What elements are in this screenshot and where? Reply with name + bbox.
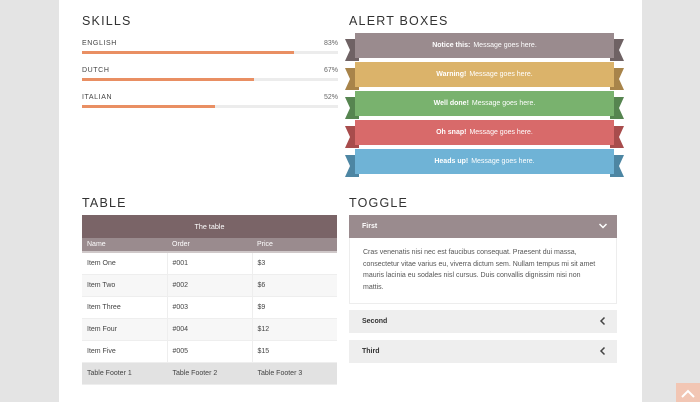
table-title: TABLE	[82, 196, 127, 210]
skill-bar-fill	[82, 105, 216, 108]
cell-order: #005	[167, 340, 253, 363]
skill-bar-fill	[82, 78, 254, 81]
alert-strong: Well done!	[433, 100, 469, 107]
alert-text: Message goes here.	[471, 158, 535, 165]
alert-error: Oh snap! Message goes here.	[345, 120, 624, 148]
cell-order: #004	[167, 318, 253, 341]
table-row: Item One #001 $3	[82, 252, 337, 275]
cell-name: Item Five	[82, 340, 168, 363]
alert-text: Message goes here.	[473, 42, 537, 49]
cell-order: #003	[167, 296, 253, 319]
skill-name: DUTCH	[82, 67, 110, 74]
alert-notice: Notice this: Message goes here.	[345, 33, 624, 61]
table-caption: The table	[82, 215, 337, 238]
table-row: Item Four #004 $12	[82, 318, 337, 341]
chevron-up-icon	[681, 389, 695, 398]
skill-percent: 83%	[323, 40, 338, 47]
page: SKILLS ENGLISH 83% DUTCH 67% ITALIAN 52%…	[59, 0, 642, 402]
toggle-third-header[interactable]: Third	[349, 340, 617, 363]
chevron-left-icon	[599, 316, 606, 326]
alert-body: Well done! Message goes here.	[355, 91, 614, 116]
cell-name: Item Four	[82, 318, 168, 341]
column-header-order: Order	[167, 238, 252, 253]
cell-order: #002	[167, 274, 253, 297]
table-row: Item Three #003 $9	[82, 296, 337, 319]
toggle-label: First	[362, 223, 378, 230]
alert-info: Heads up! Message goes here.	[345, 149, 624, 177]
alerts-title: ALERT BOXES	[349, 14, 449, 28]
skill-bar-track	[82, 78, 338, 81]
skill-percent: 52%	[323, 94, 338, 101]
alert-body: Notice this: Message goes here.	[355, 33, 614, 58]
cell-name: Item One	[82, 252, 168, 275]
alert-strong: Warning!	[436, 71, 467, 78]
skill-bar-fill	[82, 51, 295, 54]
skill-bar-track	[82, 51, 338, 54]
alert-text: Message goes here.	[469, 129, 533, 136]
table-row: Item Five #005 $15	[82, 340, 337, 363]
alert-success: Well done! Message goes here.	[345, 91, 624, 119]
toggle-first-header[interactable]: First	[349, 215, 617, 238]
cell-price: $6	[252, 274, 337, 297]
toggle-label: Second	[362, 318, 388, 325]
alert-strong: Heads up!	[434, 158, 469, 165]
toggle-second-header[interactable]: Second	[349, 310, 617, 333]
cell-price: $9	[252, 296, 337, 319]
footer-cell: Table Footer 2	[167, 362, 253, 385]
skill-percent: 67%	[323, 67, 338, 74]
cell-price: $3	[252, 252, 337, 275]
column-header-price: Price	[252, 238, 337, 253]
cell-price: $15	[252, 340, 337, 363]
cell-name: Item Three	[82, 296, 168, 319]
alert-body: Oh snap! Message goes here.	[355, 120, 614, 145]
cell-price: $12	[252, 318, 337, 341]
toggle-first-content: Cras venenatis nisi nec est faucibus con…	[349, 238, 617, 304]
alert-text: Message goes here.	[471, 100, 536, 107]
alert-warning: Warning! Message goes here.	[345, 62, 624, 90]
scroll-to-top-button[interactable]	[676, 383, 700, 402]
table-footer-row: Table Footer 1 Table Footer 2 Table Foot…	[82, 362, 337, 385]
cell-order: #001	[167, 252, 253, 275]
data-table: The table Name Order Price Item One #001…	[82, 215, 337, 385]
footer-cell: Table Footer 3	[252, 362, 337, 385]
alert-strong: Oh snap!	[436, 129, 467, 136]
alert-body: Warning! Message goes here.	[355, 62, 614, 87]
alert-body: Heads up! Message goes here.	[355, 149, 614, 174]
alert-text: Message goes here.	[469, 71, 533, 78]
skill-name: ENGLISH	[82, 40, 117, 47]
skill-bar-track	[82, 105, 338, 108]
toggle-label: Third	[362, 348, 380, 355]
footer-cell: Table Footer 1	[82, 362, 168, 385]
toggle-title: TOGGLE	[349, 196, 409, 210]
chevron-down-icon	[598, 223, 608, 229]
alert-strong: Notice this:	[432, 42, 471, 49]
skill-name: ITALIAN	[82, 94, 113, 101]
skills-title: SKILLS	[82, 14, 132, 28]
toggle-first-text: Cras venenatis nisi nec est faucibus con…	[363, 249, 596, 291]
table-row: Item Two #002 $6	[82, 274, 337, 297]
chevron-left-icon	[599, 346, 606, 356]
cell-name: Item Two	[82, 274, 168, 297]
column-header-name: Name	[82, 238, 167, 253]
